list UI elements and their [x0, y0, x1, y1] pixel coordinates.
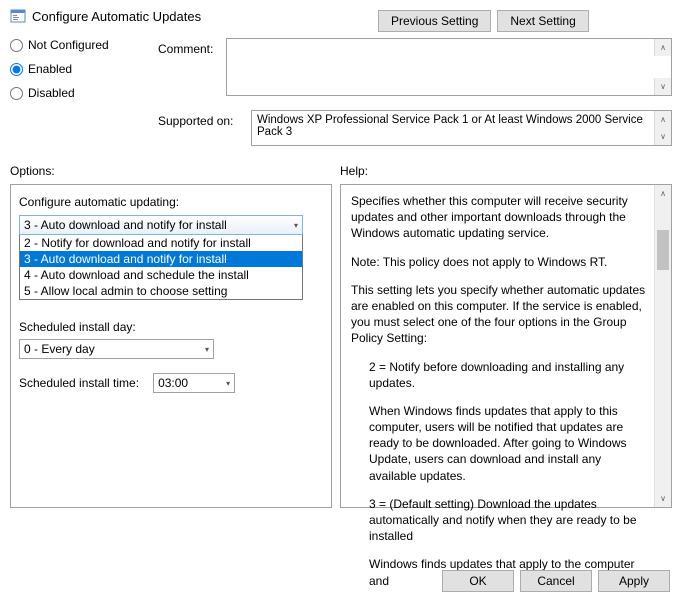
radio-not-configured[interactable]: Not Configured: [10, 38, 158, 52]
scroll-down-icon[interactable]: ∨: [655, 490, 671, 507]
next-setting-button[interactable]: Next Setting: [497, 10, 588, 32]
scroll-down-icon[interactable]: ∨: [654, 128, 671, 145]
supported-on-label: Supported on:: [158, 110, 243, 128]
help-scrollbar[interactable]: ∧ ∨: [654, 185, 671, 507]
chevron-down-icon: ▾: [294, 221, 298, 230]
radio-not-configured-label: Not Configured: [28, 38, 109, 52]
scheduled-day-label: Scheduled install day:: [19, 320, 323, 334]
previous-setting-button[interactable]: Previous Setting: [378, 10, 491, 32]
cancel-button[interactable]: Cancel: [520, 570, 592, 592]
scroll-up-icon[interactable]: ∧: [654, 39, 671, 56]
chevron-down-icon: ▾: [205, 345, 209, 354]
dropdown-option[interactable]: 2 - Notify for download and notify for i…: [20, 235, 302, 251]
policy-icon: [10, 8, 26, 24]
help-section-label: Help:: [340, 164, 672, 178]
scheduled-day-select[interactable]: 0 - Every day ▾: [19, 339, 214, 359]
scheduled-time-label: Scheduled install time:: [19, 376, 139, 390]
scroll-up-icon[interactable]: ∧: [655, 185, 671, 202]
dropdown-option[interactable]: 4 - Auto download and schedule the insta…: [20, 267, 302, 283]
help-panel: Specifies whether this computer will rec…: [340, 184, 672, 508]
radio-disabled-label: Disabled: [28, 86, 75, 100]
supported-on-value: Windows XP Professional Service Pack 1 o…: [252, 111, 671, 141]
configure-updating-label: Configure automatic updating:: [19, 195, 323, 209]
chevron-down-icon: ▾: [226, 379, 230, 388]
radio-enabled[interactable]: Enabled: [10, 62, 158, 76]
ok-button[interactable]: OK: [442, 570, 514, 592]
scroll-down-icon[interactable]: ∨: [654, 78, 671, 95]
radio-disabled-input[interactable]: [10, 87, 23, 100]
dropdown-option[interactable]: 5 - Allow local admin to choose setting: [20, 283, 302, 299]
apply-button[interactable]: Apply: [598, 570, 670, 592]
dropdown-selected-value[interactable]: 3 - Auto download and notify for install…: [19, 215, 303, 235]
help-text: Specifies whether this computer will rec…: [341, 185, 671, 609]
options-section-label: Options:: [10, 164, 340, 178]
configure-updating-dropdown[interactable]: 3 - Auto download and notify for install…: [19, 215, 303, 300]
radio-not-configured-input[interactable]: [10, 39, 23, 52]
scheduled-time-select[interactable]: 03:00 ▾: [153, 373, 235, 393]
comment-textarea[interactable]: ∧ ∨: [226, 38, 672, 96]
window-title: Configure Automatic Updates: [32, 9, 201, 24]
scroll-up-icon[interactable]: ∧: [654, 111, 671, 128]
supported-on-textarea[interactable]: Windows XP Professional Service Pack 1 o…: [251, 110, 672, 146]
radio-disabled[interactable]: Disabled: [10, 86, 158, 100]
dropdown-option-list: 2 - Notify for download and notify for i…: [19, 235, 303, 300]
options-panel: Configure automatic updating: 3 - Auto d…: [10, 184, 332, 508]
dropdown-option[interactable]: 3 - Auto download and notify for install: [20, 251, 302, 267]
comment-label: Comment:: [158, 38, 218, 56]
radio-enabled-input[interactable]: [10, 63, 23, 76]
radio-enabled-label: Enabled: [28, 62, 72, 76]
scrollbar-thumb[interactable]: [657, 230, 669, 270]
